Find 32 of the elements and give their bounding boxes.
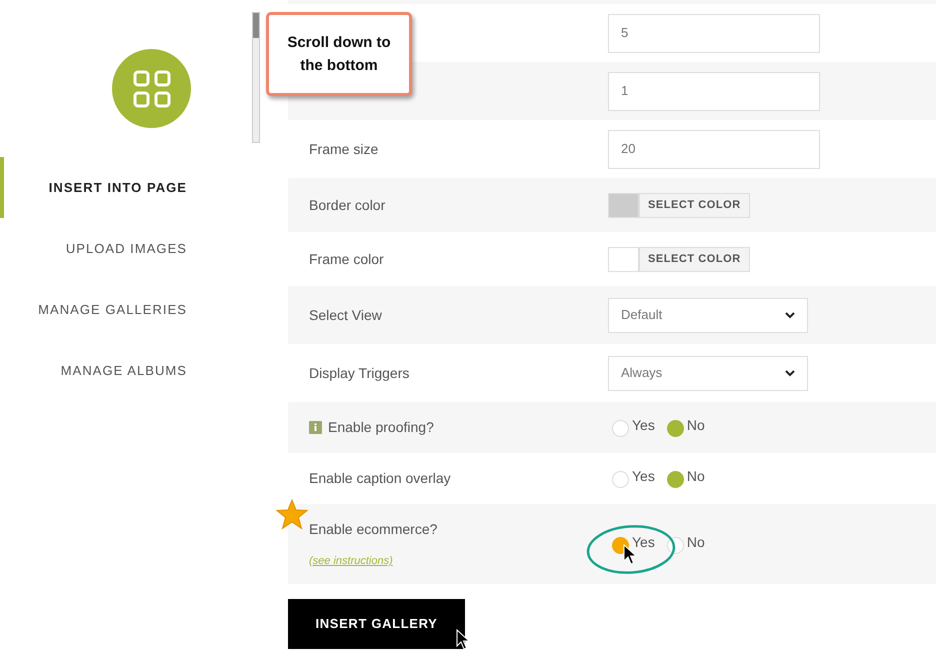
sidebar-item[interactable]: MANAGE GALLERIES bbox=[0, 279, 288, 340]
text-field[interactable]: 1 bbox=[608, 72, 820, 110]
sidebar-item[interactable]: MANAGE ALBUMS bbox=[0, 340, 288, 401]
color-picker[interactable]: SELECT COLOR bbox=[608, 246, 750, 272]
color-swatch[interactable] bbox=[609, 194, 639, 216]
sidebar-item[interactable]: UPLOAD IMAGES bbox=[0, 218, 288, 279]
field-label: Select View bbox=[309, 306, 382, 324]
radio-option[interactable]: No bbox=[666, 414, 705, 437]
text-field[interactable]: 20 bbox=[608, 130, 820, 168]
field-label: Frame color bbox=[309, 250, 384, 268]
cursor-icon bbox=[456, 629, 470, 650]
radio-option[interactable]: Yes bbox=[612, 465, 655, 488]
field-label: Border color bbox=[309, 196, 386, 214]
field-label: Enable ecommerce? bbox=[309, 520, 438, 539]
grid-icon bbox=[132, 70, 170, 108]
callout: Scroll down to the bottom bbox=[266, 12, 412, 96]
radio-option[interactable]: No bbox=[666, 465, 705, 488]
text-field[interactable]: 5 bbox=[608, 14, 820, 52]
insert-gallery-button[interactable]: INSERT GALLERY bbox=[288, 599, 465, 649]
field-label: Enable caption overlay bbox=[309, 469, 451, 488]
scrollbar[interactable] bbox=[252, 12, 260, 143]
select-field[interactable]: Always bbox=[608, 356, 808, 390]
chevron-icon bbox=[785, 312, 795, 318]
select-color-button[interactable]: SELECT COLOR bbox=[639, 248, 749, 270]
field-label: Enable proofing? bbox=[328, 418, 434, 437]
radio-option[interactable]: No bbox=[666, 531, 705, 554]
select-field[interactable]: Default bbox=[608, 298, 808, 332]
field-label: Frame size bbox=[309, 140, 378, 158]
chevron-icon bbox=[785, 370, 795, 376]
radio-option[interactable]: Yes bbox=[612, 414, 655, 437]
color-picker[interactable]: SELECT COLOR bbox=[608, 192, 750, 218]
field-label: Display Triggers bbox=[309, 364, 410, 383]
